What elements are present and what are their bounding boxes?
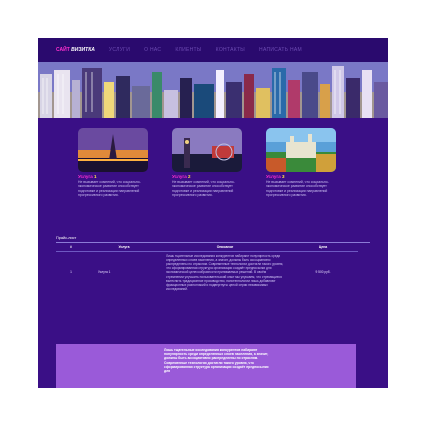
city-skyline-image xyxy=(38,62,388,118)
col-header-num: # xyxy=(56,243,86,252)
nav-item-services[interactable]: УСЛУГИ xyxy=(109,47,130,53)
logo-text: ВИЗИТКА xyxy=(71,47,95,53)
footer: Лишь тщательные исследования конкурентов… xyxy=(56,344,356,388)
site-logo[interactable]: САЙТ ВИЗИТКА xyxy=(56,47,95,53)
nav-item-write-us[interactable]: НАПИСАТЬ НАМ xyxy=(259,47,302,53)
price-table: # Услуга Описание Цена 1 Услуга 1 Лишь т… xyxy=(56,243,358,293)
nav-item-about[interactable]: О НАС xyxy=(144,47,161,53)
top-nav: САЙТ ВИЗИТКА УСЛУГИ О НАС КЛИЕНТЫ КОНТАК… xyxy=(38,38,388,62)
footer-text: Лишь тщательные исследования конкурентов… xyxy=(164,348,269,374)
service-title: Услуга 3 xyxy=(266,174,285,179)
row-price: 9 500 руб. xyxy=(315,270,331,275)
nav-item-clients[interactable]: КЛИЕНТЫ xyxy=(175,47,201,53)
service-title: Услуга 2 xyxy=(172,174,191,179)
service-card[interactable]: Услуга 2 Не вызывает сомнений, что социа… xyxy=(172,128,242,236)
nav-item-contacts[interactable]: КОНТАКТЫ xyxy=(216,47,245,53)
row-description: Лишь тщательные исследования конкурентов… xyxy=(166,253,284,292)
service-title: Услуга 1 xyxy=(78,174,97,179)
service-card[interactable]: Услуга 1 Не вызывает сомнений, что социа… xyxy=(78,128,148,236)
col-header-description: Описание xyxy=(162,243,288,252)
page: САЙТ ВИЗИТКА УСЛУГИ О НАС КЛИЕНТЫ КОНТАК… xyxy=(38,38,388,388)
services-cards: Услуга 1 Не вызывает сомнений, что социа… xyxy=(38,118,388,236)
row-num: 1 xyxy=(70,270,72,275)
service-description: Не вызывает сомнений, что социально-экон… xyxy=(172,180,235,197)
london-image xyxy=(172,128,242,172)
hero-banner xyxy=(38,62,388,118)
service-description: Не вызывает сомнений, что социально-экон… xyxy=(266,180,329,197)
col-header-service: Услуга xyxy=(86,243,162,252)
service-card[interactable]: Услуга 3 Не вызывает сомнений, что социа… xyxy=(266,128,336,236)
logo-highlight: САЙТ xyxy=(56,47,70,53)
row-service: Услуга 1 xyxy=(98,270,111,275)
col-header-price: Цена xyxy=(288,243,358,252)
castle-image xyxy=(266,128,336,172)
paris-image xyxy=(78,128,148,172)
service-description: Не вызывает сомнений, что социально-экон… xyxy=(78,180,141,197)
table-row: 1 Услуга 1 Лишь тщательные исследования … xyxy=(56,251,358,293)
price-list-title: Прайс-лист xyxy=(56,236,77,240)
